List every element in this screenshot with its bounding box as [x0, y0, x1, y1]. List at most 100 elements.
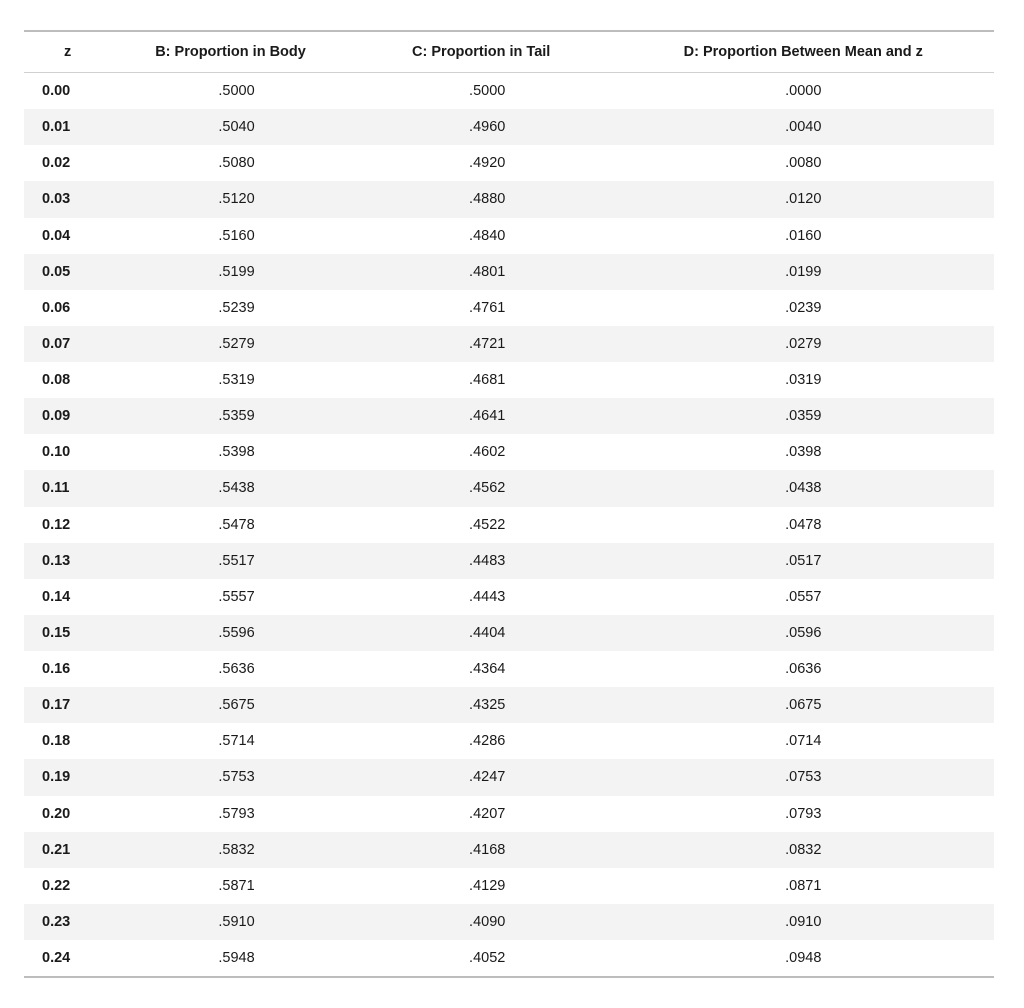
cell-b: .5239 [111, 290, 362, 326]
cell-b: .5793 [111, 796, 362, 832]
cell-b: .5359 [111, 398, 362, 434]
cell-b: .5438 [111, 470, 362, 506]
table-row: 0.20.5793.4207.0793 [24, 796, 994, 832]
table-row: 0.24.5948.4052.0948 [24, 940, 994, 977]
cell-z: 0.16 [24, 651, 111, 687]
cell-b: .5714 [111, 723, 362, 759]
table-row: 0.07.5279.4721.0279 [24, 326, 994, 362]
cell-z: 0.12 [24, 507, 111, 543]
cell-c: .4364 [362, 651, 613, 687]
cell-d: .0478 [613, 507, 994, 543]
cell-b: .5398 [111, 434, 362, 470]
cell-z: 0.06 [24, 290, 111, 326]
table-row: 0.17.5675.4325.0675 [24, 687, 994, 723]
cell-d: .0040 [613, 109, 994, 145]
cell-z: 0.08 [24, 362, 111, 398]
header-z: z [24, 31, 111, 73]
cell-d: .0596 [613, 615, 994, 651]
cell-c: .4840 [362, 218, 613, 254]
cell-z: 0.11 [24, 470, 111, 506]
table-row: 0.03.5120.4880.0120 [24, 181, 994, 217]
cell-b: .5636 [111, 651, 362, 687]
cell-z: 0.14 [24, 579, 111, 615]
header-b: B: Proportion in Body [111, 31, 362, 73]
cell-z: 0.01 [24, 109, 111, 145]
cell-d: .0832 [613, 832, 994, 868]
cell-c: .4880 [362, 181, 613, 217]
table-row: 0.05.5199.4801.0199 [24, 254, 994, 290]
cell-c: .4483 [362, 543, 613, 579]
cell-d: .0675 [613, 687, 994, 723]
cell-c: .4404 [362, 615, 613, 651]
cell-d: .0753 [613, 759, 994, 795]
cell-d: .0636 [613, 651, 994, 687]
cell-b: .5675 [111, 687, 362, 723]
table-row: 0.10.5398.4602.0398 [24, 434, 994, 470]
cell-d: .0948 [613, 940, 994, 977]
cell-b: .5478 [111, 507, 362, 543]
table-row: 0.15.5596.4404.0596 [24, 615, 994, 651]
cell-b: .5319 [111, 362, 362, 398]
z-table: z B: Proportion in Body C: Proportion in… [24, 30, 994, 978]
cell-c: .4960 [362, 109, 613, 145]
table-row: 0.18.5714.4286.0714 [24, 723, 994, 759]
cell-b: .5753 [111, 759, 362, 795]
cell-z: 0.00 [24, 73, 111, 110]
cell-c: .4920 [362, 145, 613, 181]
cell-d: .0910 [613, 904, 994, 940]
cell-z: 0.22 [24, 868, 111, 904]
cell-c: .5000 [362, 73, 613, 110]
cell-z: 0.02 [24, 145, 111, 181]
cell-b: .5080 [111, 145, 362, 181]
cell-c: .4168 [362, 832, 613, 868]
cell-c: .4052 [362, 940, 613, 977]
cell-z: 0.18 [24, 723, 111, 759]
cell-b: .5199 [111, 254, 362, 290]
cell-b: .5948 [111, 940, 362, 977]
cell-b: .5871 [111, 868, 362, 904]
header-d: D: Proportion Between Mean and z [613, 31, 994, 73]
cell-c: .4325 [362, 687, 613, 723]
cell-c: .4801 [362, 254, 613, 290]
cell-d: .0517 [613, 543, 994, 579]
cell-c: .4443 [362, 579, 613, 615]
cell-b: .5517 [111, 543, 362, 579]
cell-z: 0.05 [24, 254, 111, 290]
cell-d: .0239 [613, 290, 994, 326]
table-header-row: z B: Proportion in Body C: Proportion in… [24, 31, 994, 73]
cell-d: .0279 [613, 326, 994, 362]
cell-d: .0080 [613, 145, 994, 181]
cell-d: .0160 [613, 218, 994, 254]
cell-c: .4207 [362, 796, 613, 832]
cell-c: .4602 [362, 434, 613, 470]
cell-z: 0.13 [24, 543, 111, 579]
cell-c: .4090 [362, 904, 613, 940]
cell-b: .5279 [111, 326, 362, 362]
cell-b: .5910 [111, 904, 362, 940]
cell-c: .4286 [362, 723, 613, 759]
cell-z: 0.20 [24, 796, 111, 832]
cell-c: .4721 [362, 326, 613, 362]
cell-z: 0.23 [24, 904, 111, 940]
table-row: 0.01.5040.4960.0040 [24, 109, 994, 145]
table-row: 0.08.5319.4681.0319 [24, 362, 994, 398]
cell-c: .4522 [362, 507, 613, 543]
cell-b: .5120 [111, 181, 362, 217]
cell-b: .5832 [111, 832, 362, 868]
cell-d: .0398 [613, 434, 994, 470]
table-row: 0.13.5517.4483.0517 [24, 543, 994, 579]
cell-d: .0319 [613, 362, 994, 398]
table-row: 0.04.5160.4840.0160 [24, 218, 994, 254]
cell-b: .5040 [111, 109, 362, 145]
cell-c: .4247 [362, 759, 613, 795]
table-row: 0.11.5438.4562.0438 [24, 470, 994, 506]
cell-b: .5160 [111, 218, 362, 254]
cell-z: 0.19 [24, 759, 111, 795]
cell-c: .4129 [362, 868, 613, 904]
table-row: 0.06.5239.4761.0239 [24, 290, 994, 326]
table-row: 0.00.5000.5000.0000 [24, 73, 994, 110]
cell-d: .0120 [613, 181, 994, 217]
table-row: 0.09.5359.4641.0359 [24, 398, 994, 434]
cell-z: 0.04 [24, 218, 111, 254]
cell-z: 0.24 [24, 940, 111, 977]
